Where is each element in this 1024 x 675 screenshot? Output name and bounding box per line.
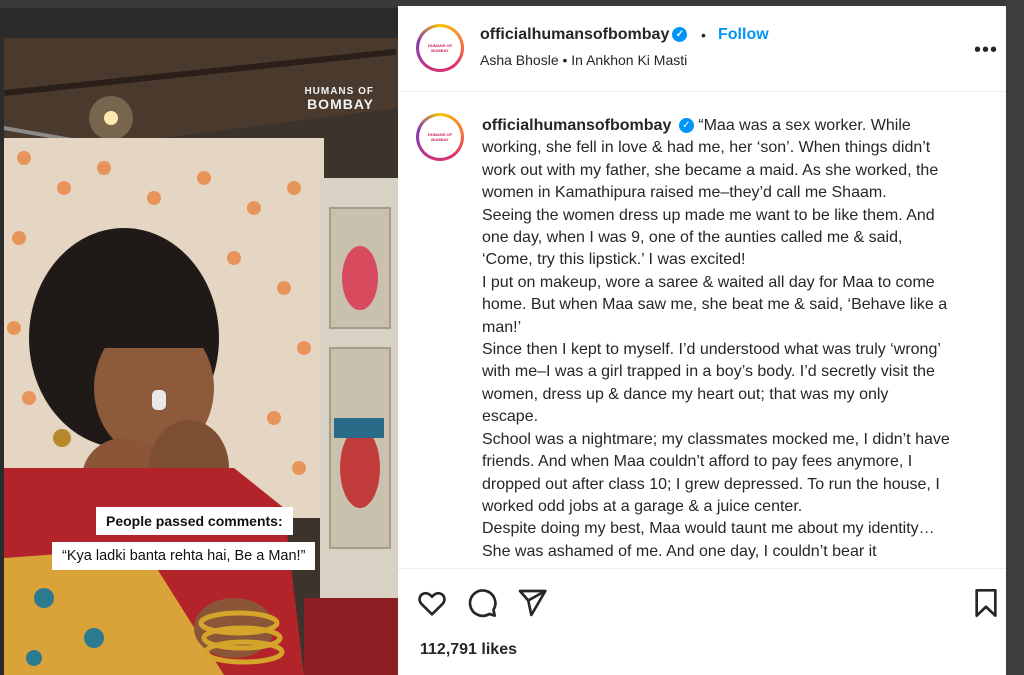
verified-icon: ✓ xyxy=(678,118,694,134)
caption-line: I put on makeup, wore a saree & waited a… xyxy=(482,273,935,291)
header-username-link[interactable]: officialhumansofbombay ✓ xyxy=(480,26,688,44)
post-details-panel: HUMANS OF BOMBAY officialhumansofbombay ✓… xyxy=(398,6,1006,675)
heart-icon xyxy=(418,591,446,616)
save-button[interactable] xyxy=(970,587,1002,619)
caption-line: friends. And when Maa couldn’t afford to… xyxy=(482,453,913,471)
caption-line: dropped out after class 10; I grew depre… xyxy=(482,475,940,493)
caption-line: with me–I was a girl trapped in a boy’s … xyxy=(482,363,935,381)
video-frame-illustration xyxy=(4,38,398,675)
caption-line: Despite doing my best, Maa would taunt m… xyxy=(482,520,935,538)
post-caption: officialhumansofbombay ✓ “Maa was a sex … xyxy=(482,115,992,563)
follow-button[interactable]: Follow xyxy=(718,26,769,44)
caption-username[interactable]: officialhumansofbombay xyxy=(482,117,671,134)
avatar-logo-line2: BOMBAY xyxy=(431,137,449,142)
caption-line: women, dress up & dance my heart out; th… xyxy=(482,385,889,403)
comment-icon xyxy=(468,589,497,618)
bookmark-icon xyxy=(975,589,997,617)
likes-count[interactable]: 112,791 likes xyxy=(420,641,517,659)
avatar-logo: HUMANS OF BOMBAY xyxy=(419,116,461,158)
caption-line: She was ashamed of me. And one day, I co… xyxy=(482,542,877,560)
caption-line: working, she fell in love & had me, her … xyxy=(482,139,931,157)
caption-text: “Maa was a sex worker. While xyxy=(698,117,911,134)
caption-line: man!’ xyxy=(482,318,522,336)
header-separator: • xyxy=(701,27,706,43)
audio-track-link[interactable]: Asha Bhosle • In Ankhon Ki Masti xyxy=(480,52,687,68)
video-caption-1: People passed comments: xyxy=(96,507,293,535)
caption-line: School was a nightmare; my classmates mo… xyxy=(482,430,950,448)
caption-line: escape. xyxy=(482,408,539,426)
post-media-video[interactable]: HUMANS OF BOMBAY People passed comments:… xyxy=(4,38,398,675)
caption-line: home. But when Maa saw me, she beat me &… xyxy=(482,296,948,314)
header-username: officialhumansofbombay xyxy=(480,26,670,43)
background-sliver xyxy=(1006,0,1024,675)
media-watermark: HUMANS OF BOMBAY xyxy=(304,86,374,112)
share-icon xyxy=(518,589,547,617)
like-button[interactable] xyxy=(416,587,448,619)
caption-line: Seeing the women dress up made me want t… xyxy=(482,206,935,224)
caption-line: officialhumansofbombay ✓ “Maa was a sex … xyxy=(482,115,992,137)
caption-avatar[interactable]: HUMANS OF BOMBAY xyxy=(416,113,464,161)
watermark-line2: BOMBAY xyxy=(307,96,374,112)
comment-button[interactable] xyxy=(466,587,498,619)
caption-line: women in Kamathipura raised me–they’d ca… xyxy=(482,184,887,202)
video-caption-2: “Kya ladki banta rehta hai, Be a Man!” xyxy=(52,542,316,570)
caption-line: Since then I kept to myself. I’d underst… xyxy=(482,341,941,359)
more-icon[interactable]: ••• xyxy=(974,40,998,60)
caption-line: ‘Come, try this lipstick.’ I was excited… xyxy=(482,251,746,269)
caption-area: HUMANS OF BOMBAY officialhumansofbombay … xyxy=(398,93,1006,568)
post-actions: 112,791 likes xyxy=(398,568,1006,675)
caption-line: worked odd jobs at a garage & a juice ce… xyxy=(482,497,803,515)
caption-line: one day, when I was 9, one of the auntie… xyxy=(482,229,903,247)
caption-line: work out with my father, she became a ma… xyxy=(482,161,939,179)
header-avatar[interactable]: HUMANS OF BOMBAY xyxy=(416,24,464,72)
share-button[interactable] xyxy=(516,587,548,619)
post-header: HUMANS OF BOMBAY officialhumansofbombay ✓… xyxy=(398,6,1006,92)
avatar-logo-line2: BOMBAY xyxy=(431,48,449,53)
verified-icon: ✓ xyxy=(672,27,688,43)
avatar-logo: HUMANS OF BOMBAY xyxy=(419,27,461,69)
